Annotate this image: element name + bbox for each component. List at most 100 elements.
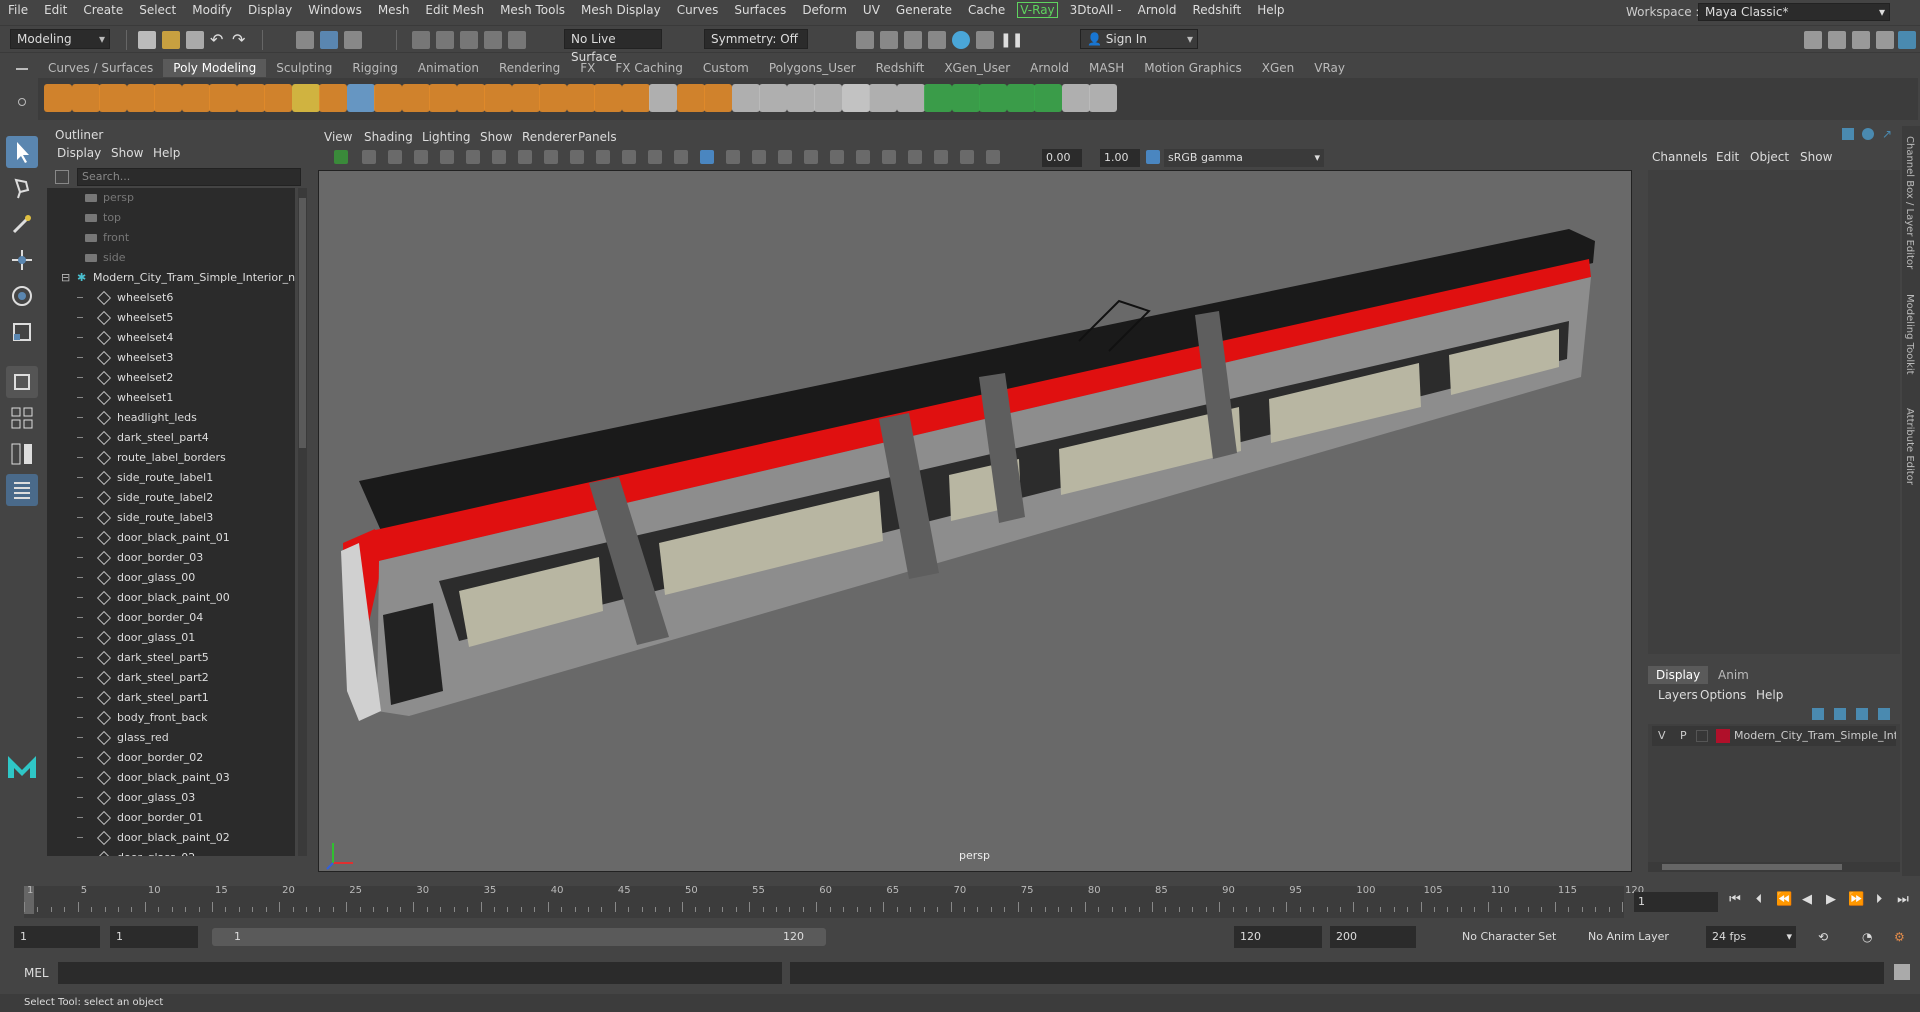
shelf-tab-xgen-user[interactable]: XGen_User	[934, 59, 1020, 77]
text-icon[interactable]	[291, 84, 320, 112]
hypershade-icon[interactable]	[928, 31, 946, 49]
side-tab-channel-box[interactable]: Channel Box / Layer Editor	[1904, 136, 1915, 269]
shelf-tab-motion-graphics[interactable]: Motion Graphics	[1134, 59, 1252, 77]
layer-name[interactable]: Modern_City_Tram_Simple_Inte	[1734, 726, 1896, 746]
image-plane-icon[interactable]	[414, 150, 428, 164]
uv-editor-icon[interactable]	[841, 84, 870, 112]
playback-start-field[interactable]: 1	[110, 926, 198, 948]
offset-loop-icon[interactable]	[786, 84, 815, 112]
outliner-item[interactable]: wheelset5	[47, 308, 295, 328]
menu-surfaces[interactable]: Surfaces	[726, 0, 794, 20]
snap-grid-icon[interactable]	[412, 31, 430, 49]
outliner-camera-front[interactable]: front	[47, 228, 295, 248]
vray-render-icon[interactable]	[952, 31, 970, 49]
float-panel-icon[interactable]: ↗	[1882, 128, 1894, 140]
insert-loop-icon[interactable]	[759, 84, 787, 112]
quad-draw-icon[interactable]	[814, 84, 842, 112]
combine-icon[interactable]	[374, 84, 402, 112]
menu-generate[interactable]: Generate	[888, 0, 960, 20]
grid-icon[interactable]	[440, 150, 454, 164]
rotate-tool-icon[interactable]	[6, 280, 38, 312]
gamma-field[interactable]: 1.00	[1100, 149, 1140, 167]
menu-mesh[interactable]: Mesh	[370, 0, 418, 20]
bookmark-icon[interactable]	[388, 150, 402, 164]
xray-components-icon[interactable]	[960, 150, 974, 164]
move-layer-up-icon[interactable]	[1812, 708, 1824, 720]
safe-action-icon[interactable]	[570, 150, 584, 164]
outliner-item[interactable]: dark_steel_part2	[47, 668, 295, 688]
shelf-tab-polygons-user[interactable]: Polygons_User	[759, 59, 866, 77]
xray-icon[interactable]	[908, 150, 922, 164]
animation-end-field[interactable]: 200	[1330, 926, 1416, 948]
time-slider[interactable]: 1 5 10 15 20 25 30 35 40 45 50 55 60 65 70 75 80 85 90 95 10…	[20, 882, 1644, 918]
layers-menu[interactable]: Layers	[1658, 688, 1698, 702]
layer-editor-icon[interactable]	[1898, 31, 1916, 49]
persp-outliner-layout-icon[interactable]	[6, 438, 38, 470]
paint-select-icon[interactable]	[6, 208, 38, 240]
pause-icon[interactable]: ❚❚	[1000, 31, 1023, 49]
object-menu[interactable]: Object	[1750, 150, 1789, 164]
outliner-item[interactable]: door_border_02	[47, 748, 295, 768]
four-view-layout-icon[interactable]	[6, 402, 38, 434]
symmetry-select[interactable]: Symmetry: Off	[704, 29, 808, 49]
color-space-select[interactable]: sRGB gamma ▾	[1164, 149, 1324, 167]
shelf-tab-curves-surfaces[interactable]: Curves / Surfaces	[38, 59, 163, 77]
command-input[interactable]	[58, 962, 782, 984]
resolution-gate-icon[interactable]	[492, 150, 506, 164]
snap-point-icon[interactable]	[460, 31, 478, 49]
outliner-item[interactable]: door_border_03	[47, 548, 295, 568]
outliner-item[interactable]: glass_red	[47, 728, 295, 748]
perspective-viewport[interactable]: persp	[318, 170, 1632, 872]
move-layer-down-icon[interactable]	[1834, 708, 1846, 720]
scroll-thumb[interactable]	[299, 198, 306, 448]
sign-in-button[interactable]: 👤 Sign In ▾	[1080, 29, 1198, 49]
poly-cylinder-icon[interactable]	[99, 84, 127, 112]
viewport-menu-show[interactable]: Show	[480, 130, 512, 144]
outliner-item[interactable]: door_glass_01	[47, 628, 295, 648]
outliner-item[interactable]: door_black_paint_03	[47, 768, 295, 788]
tab-display[interactable]: Display	[1648, 666, 1709, 684]
show-menu[interactable]: Show	[1800, 150, 1832, 164]
channel-settings-icon[interactable]	[1842, 128, 1854, 140]
backface-icon[interactable]	[986, 150, 1000, 164]
shelf-tab-redshift[interactable]: Redshift	[866, 59, 935, 77]
multi-cut-icon[interactable]	[704, 84, 732, 112]
unfold-icon[interactable]	[951, 84, 980, 112]
current-frame-field[interactable]: 1	[1634, 892, 1718, 912]
shelf-tab-fx-caching[interactable]: FX Caching	[605, 59, 692, 77]
live-surface-field[interactable]: No Live Surface	[564, 29, 662, 64]
outliner-item[interactable]: dark_steel_part1	[47, 688, 295, 708]
shelf-tab-mash[interactable]: MASH	[1079, 59, 1134, 77]
connect-icon[interactable]	[731, 84, 760, 112]
poly-cone-icon[interactable]	[126, 84, 155, 112]
select-tool-icon[interactable]	[6, 136, 38, 168]
poly-plane-icon[interactable]	[181, 84, 210, 112]
symmetry-icon[interactable]	[1089, 84, 1117, 112]
outliner-menu-show[interactable]: Show	[111, 146, 143, 160]
outliner-item[interactable]: side_route_label1	[47, 468, 295, 488]
scroll-thumb[interactable]	[1662, 864, 1842, 870]
wireframe-icon[interactable]	[622, 150, 636, 164]
menu-windows[interactable]: Windows	[300, 0, 370, 20]
layer-color-swatch[interactable]	[1716, 729, 1730, 743]
viewport-menu-shading[interactable]: Shading	[364, 130, 413, 144]
booleans-icon[interactable]	[456, 84, 485, 112]
anim-layer-select[interactable]: No Anim Layer	[1582, 926, 1690, 948]
outliner-item[interactable]: dark_steel_part4	[47, 428, 295, 448]
gate-mask-icon[interactable]	[518, 150, 532, 164]
play-forwards-icon[interactable]: ▶	[1824, 892, 1838, 908]
menu-mesh-tools[interactable]: Mesh Tools	[492, 0, 573, 20]
outliner-menu-help[interactable]: Help	[153, 146, 180, 160]
channels-menu[interactable]: Channels	[1652, 150, 1708, 164]
menu-edit-mesh[interactable]: Edit Mesh	[417, 0, 492, 20]
shelf-tab-rendering[interactable]: Rendering	[489, 59, 570, 77]
viewport-menu-renderer[interactable]: Renderer	[522, 130, 577, 144]
outliner-item[interactable]: side_route_label2	[47, 488, 295, 508]
outliner-item[interactable]: route_label_borders	[47, 448, 295, 468]
fps-select[interactable]: 24 fps ▾	[1706, 926, 1796, 948]
options-menu[interactable]: Options	[1700, 688, 1746, 702]
layer-playback-toggle[interactable]: P	[1680, 726, 1687, 746]
menu-vray[interactable]: V-Ray	[1017, 2, 1058, 18]
super-shape-icon[interactable]	[264, 84, 292, 112]
shelf-tab-fx[interactable]: FX	[570, 59, 605, 77]
